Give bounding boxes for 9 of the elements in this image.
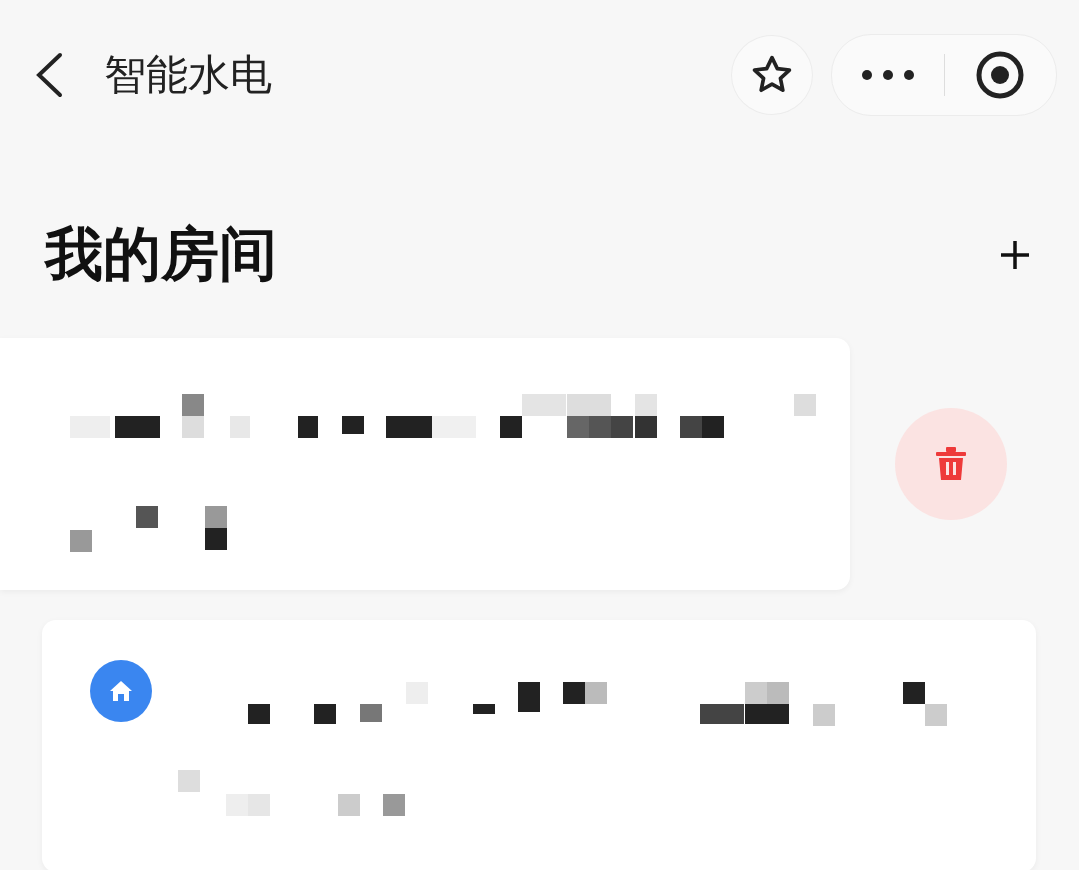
page-title: 智能水电: [104, 49, 273, 101]
plus-icon: [999, 239, 1031, 271]
section-title: 我的房间: [45, 219, 277, 290]
room-card[interactable]: [0, 338, 850, 590]
add-button[interactable]: [999, 239, 1031, 271]
target-icon: [975, 50, 1026, 100]
trash-icon: [935, 447, 967, 481]
back-icon: [34, 52, 64, 98]
more-icon: [861, 70, 914, 80]
